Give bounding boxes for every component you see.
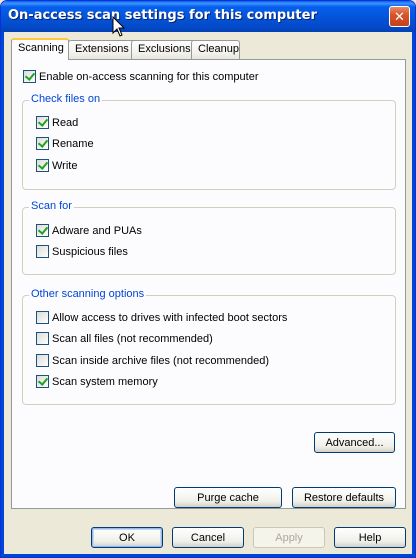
group-title: Scan for (29, 200, 74, 212)
adware-puas-checkbox[interactable]: Adware and PUAs (36, 224, 142, 237)
scan-archive-files-checkbox[interactable]: Scan inside archive files (not recommend… (36, 354, 269, 367)
checkbox-label: Suspicious files (52, 245, 128, 258)
checkbox-label: Rename (52, 137, 94, 150)
window-frame-bottom (1, 554, 415, 557)
checkbox-box[interactable] (36, 311, 49, 324)
check-files-on-group: Check files on Read Rename Write (22, 93, 396, 190)
dialog-window: On-access scan settings for this compute… (0, 0, 416, 558)
scan-all-files-checkbox[interactable]: Scan all files (not recommended) (36, 332, 213, 345)
enable-on-access-checkbox[interactable]: Enable on-access scanning for this compu… (23, 70, 259, 83)
rename-checkbox[interactable]: Rename (36, 137, 94, 150)
tab-scanning[interactable]: Scanning (11, 38, 69, 60)
group-title: Check files on (29, 93, 103, 105)
suspicious-files-checkbox[interactable]: Suspicious files (36, 245, 128, 258)
write-checkbox[interactable]: Write (36, 159, 77, 172)
scan-system-memory-checkbox[interactable]: Scan system memory (36, 375, 158, 388)
apply-button[interactable]: Apply (253, 527, 325, 548)
checkbox-box[interactable] (36, 116, 49, 129)
checkbox-box[interactable] (36, 137, 49, 150)
read-checkbox[interactable]: Read (36, 116, 78, 129)
restore-defaults-button[interactable]: Restore defaults (292, 487, 396, 508)
checkbox-box[interactable] (36, 354, 49, 367)
scan-for-group: Scan for Adware and PUAs Suspicious file… (22, 200, 396, 275)
checkbox-label: Allow access to drives with infected boo… (52, 311, 288, 324)
checkbox-label: Write (52, 159, 78, 172)
checkbox-box[interactable] (23, 70, 36, 83)
close-button[interactable]: ✕ (389, 6, 410, 27)
checkbox-box[interactable] (36, 332, 49, 345)
mouse-pointer-icon (112, 16, 126, 37)
checkbox-label: Scan inside archive files (not recommend… (52, 354, 270, 367)
checkbox-label: Scan all files (not recommended) (52, 332, 213, 345)
checkbox-label: Scan system memory (52, 375, 158, 388)
tab-cleanup[interactable]: Cleanup (191, 40, 240, 59)
checkbox-box[interactable] (36, 159, 49, 172)
checkbox-label: Enable on-access scanning for this compu… (39, 70, 259, 83)
checkbox-box[interactable] (36, 375, 49, 388)
cancel-button[interactable]: Cancel (172, 527, 244, 548)
purge-cache-button[interactable]: Purge cache (174, 487, 282, 508)
window-frame-right (412, 32, 415, 557)
title-bar[interactable]: On-access scan settings for this compute… (1, 1, 415, 32)
checkbox-box[interactable] (36, 245, 49, 258)
scanning-tab-panel: Enable on-access scanning for this compu… (11, 59, 406, 509)
help-button[interactable]: Help (334, 527, 406, 548)
checkbox-label: Adware and PUAs (52, 224, 142, 237)
window-title: On-access scan settings for this compute… (8, 8, 317, 23)
advanced-button[interactable]: Advanced... (314, 432, 395, 453)
window-frame-left (1, 32, 4, 557)
tab-extensions[interactable]: Extensions (68, 40, 138, 59)
checkbox-label: Read (52, 116, 79, 129)
other-scanning-options-group: Other scanning options Allow access to d… (22, 288, 396, 405)
checkbox-box[interactable] (36, 224, 49, 237)
close-icon: ✕ (394, 9, 405, 24)
allow-infected-boot-drives-checkbox[interactable]: Allow access to drives with infected boo… (36, 311, 287, 324)
group-title: Other scanning options (29, 288, 147, 300)
ok-button[interactable]: OK (91, 527, 163, 548)
